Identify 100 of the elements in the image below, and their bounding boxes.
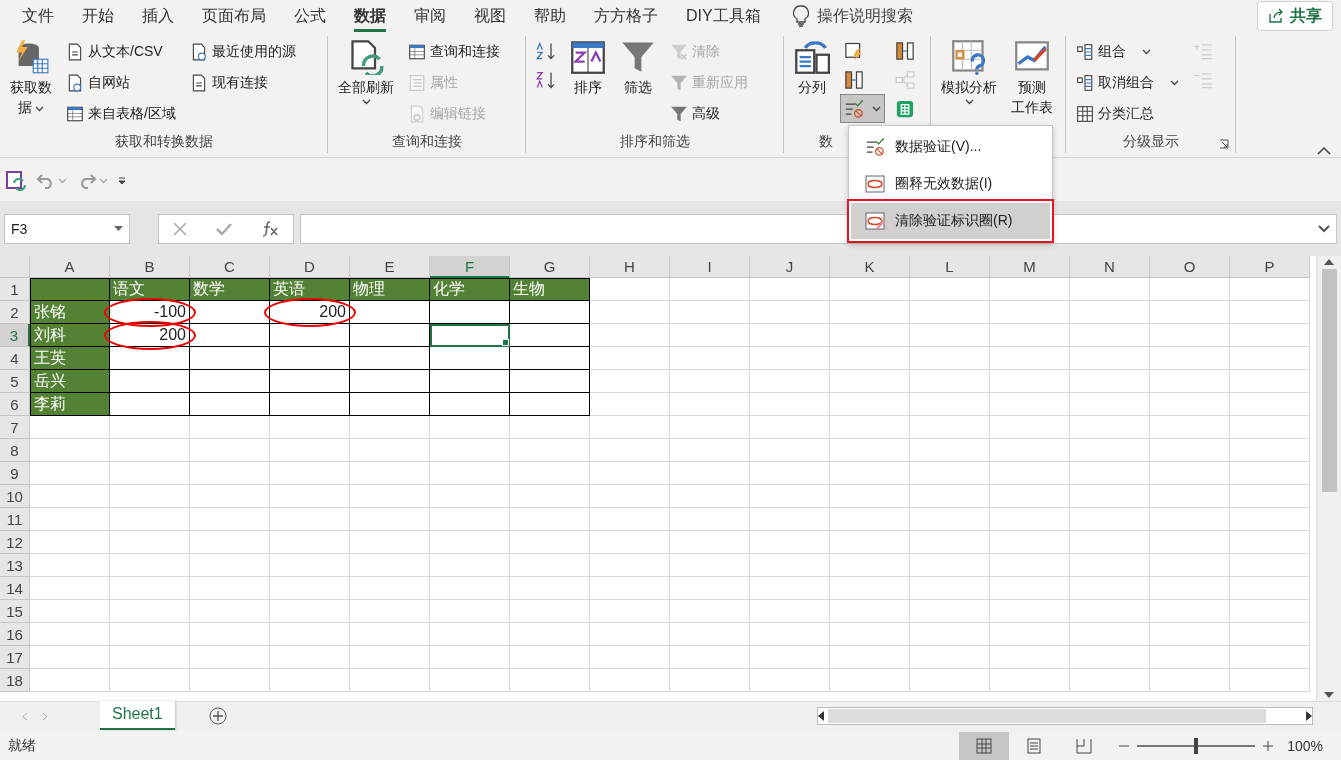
row-header[interactable]: 10 bbox=[0, 485, 30, 508]
table-cell[interactable]: 英语 bbox=[270, 278, 350, 301]
ribbon-tab[interactable]: 数据 bbox=[340, 0, 400, 32]
check-icon[interactable] bbox=[216, 221, 232, 236]
empty-cell[interactable] bbox=[430, 370, 510, 393]
select-all-corner[interactable] bbox=[0, 256, 30, 278]
ribbon-button[interactable]: 取消组合 bbox=[1072, 67, 1183, 98]
column-header[interactable]: J bbox=[750, 256, 830, 278]
row-header[interactable]: 7 bbox=[0, 416, 30, 439]
empty-cell[interactable] bbox=[510, 370, 590, 393]
row-header[interactable]: 12 bbox=[0, 531, 30, 554]
table-cell[interactable]: 化学 bbox=[430, 278, 510, 301]
ribbon-tab[interactable]: 开始 bbox=[68, 0, 128, 32]
column-header[interactable]: F bbox=[430, 256, 510, 278]
collapse-ribbon-icon[interactable] bbox=[1317, 146, 1331, 155]
next-sheet-icon[interactable] bbox=[42, 711, 48, 721]
function-icon[interactable] bbox=[260, 220, 279, 237]
empty-cell[interactable] bbox=[190, 324, 270, 347]
zoom-in-icon[interactable] bbox=[1263, 741, 1274, 751]
name-box[interactable]: F3 bbox=[4, 213, 130, 244]
ribbon-button[interactable]: 模拟分析 bbox=[937, 36, 1001, 108]
ribbon-tab[interactable]: 公式 bbox=[280, 0, 340, 32]
row-header[interactable]: 9 bbox=[0, 462, 30, 485]
column-header[interactable]: A bbox=[30, 256, 110, 278]
table-cell[interactable]: 200 bbox=[270, 301, 350, 324]
row-header[interactable]: 4 bbox=[0, 347, 30, 370]
empty-cell[interactable] bbox=[270, 370, 350, 393]
menu-item[interactable]: 圈释无效数据(I) bbox=[851, 166, 1050, 202]
ribbon-button[interactable]: 全部刷新 bbox=[334, 36, 398, 108]
sheet-tab[interactable]: Sheet1 bbox=[100, 700, 175, 730]
empty-cell[interactable] bbox=[190, 370, 270, 393]
ribbon-button[interactable]: 分列 bbox=[790, 36, 834, 100]
column-header[interactable]: N bbox=[1070, 256, 1150, 278]
empty-cell[interactable] bbox=[350, 370, 430, 393]
fill-handle[interactable] bbox=[502, 339, 509, 346]
column-header[interactable]: E bbox=[350, 256, 430, 278]
table-cell[interactable]: 张铭 bbox=[30, 301, 110, 324]
row-header[interactable]: 13 bbox=[0, 554, 30, 577]
ribbon-button[interactable]: 筛选 bbox=[616, 36, 660, 100]
empty-cell[interactable] bbox=[350, 324, 430, 347]
ribbon-tab[interactable]: 文件 bbox=[8, 0, 68, 32]
row-header[interactable]: 17 bbox=[0, 646, 30, 669]
zoom-slider-thumb[interactable] bbox=[1194, 738, 1199, 754]
ribbon-button[interactable]: 排序 bbox=[566, 36, 610, 100]
ribbon-button[interactable]: 组合 bbox=[1072, 36, 1183, 67]
table-cell[interactable]: 语文 bbox=[110, 278, 190, 301]
table-cell[interactable]: 200 bbox=[110, 324, 190, 347]
ribbon-button[interactable]: 现有连接 bbox=[185, 67, 300, 98]
ribbon-tab[interactable]: 视图 bbox=[460, 0, 520, 32]
table-cell[interactable]: 物理 bbox=[350, 278, 430, 301]
empty-cell[interactable] bbox=[430, 347, 510, 370]
empty-cell[interactable] bbox=[510, 393, 590, 416]
row-header[interactable]: 15 bbox=[0, 600, 30, 623]
column-header[interactable]: C bbox=[190, 256, 270, 278]
table-cell[interactable]: 王英 bbox=[30, 347, 110, 370]
tell-me-search[interactable]: 操作说明搜索 bbox=[792, 5, 913, 27]
empty-cell[interactable] bbox=[430, 324, 510, 347]
empty-cell[interactable] bbox=[190, 393, 270, 416]
column-header[interactable]: I bbox=[670, 256, 750, 278]
add-sheet-icon[interactable] bbox=[208, 707, 227, 725]
column-header[interactable]: O bbox=[1150, 256, 1230, 278]
column-header[interactable]: H bbox=[590, 256, 670, 278]
ribbon-icon-button[interactable] bbox=[840, 94, 886, 123]
empty-cell[interactable] bbox=[190, 301, 270, 324]
empty-cell[interactable] bbox=[270, 324, 350, 347]
column-header[interactable]: L bbox=[910, 256, 990, 278]
ribbon-button[interactable]: 自网站 bbox=[62, 67, 180, 98]
zoom-level[interactable]: 100% bbox=[1287, 738, 1323, 754]
row-header[interactable]: 16 bbox=[0, 623, 30, 646]
table-cell[interactable]: 岳兴 bbox=[30, 370, 110, 393]
table-cell[interactable]: 生物 bbox=[510, 278, 590, 301]
row-header[interactable]: 1 bbox=[0, 278, 30, 301]
row-header[interactable]: 2 bbox=[0, 301, 30, 324]
row-header[interactable]: 8 bbox=[0, 439, 30, 462]
row-header[interactable]: 6 bbox=[0, 393, 30, 416]
view-button[interactable] bbox=[959, 732, 1010, 760]
empty-cell[interactable] bbox=[510, 324, 590, 347]
ribbon-button[interactable]: 从文本/CSV bbox=[62, 36, 180, 67]
column-header[interactable]: B bbox=[110, 256, 190, 278]
ribbon-button[interactable]: 分类汇总 bbox=[1072, 98, 1183, 129]
ribbon-tab[interactable]: DIY工具箱 bbox=[672, 0, 775, 32]
ribbon-button[interactable]: 获取数 据 bbox=[6, 36, 56, 120]
column-header[interactable]: M bbox=[990, 256, 1070, 278]
ribbon-button[interactable]: 最近使用的源 bbox=[185, 36, 300, 67]
empty-cell[interactable] bbox=[510, 301, 590, 324]
ribbon-tab[interactable]: 方方格子 bbox=[580, 0, 672, 32]
ribbon-button[interactable]: 预测 工作表 bbox=[1007, 36, 1057, 120]
undo-button[interactable] bbox=[36, 173, 67, 189]
ribbon-button[interactable]: 高级 bbox=[666, 98, 752, 129]
empty-cell[interactable] bbox=[430, 393, 510, 416]
empty-cell[interactable] bbox=[510, 347, 590, 370]
ribbon-tab[interactable]: 页面布局 bbox=[188, 0, 280, 32]
empty-cell[interactable] bbox=[350, 393, 430, 416]
horizontal-scrollbar[interactable] bbox=[817, 707, 1313, 725]
dialog-launcher-icon[interactable] bbox=[1219, 139, 1229, 149]
menu-item[interactable]: 数据验证(V)... bbox=[851, 129, 1050, 165]
cancel-icon[interactable] bbox=[173, 221, 188, 236]
ribbon-tab[interactable]: 审阅 bbox=[400, 0, 460, 32]
empty-cell[interactable] bbox=[350, 347, 430, 370]
table-cell[interactable]: 数学 bbox=[190, 278, 270, 301]
